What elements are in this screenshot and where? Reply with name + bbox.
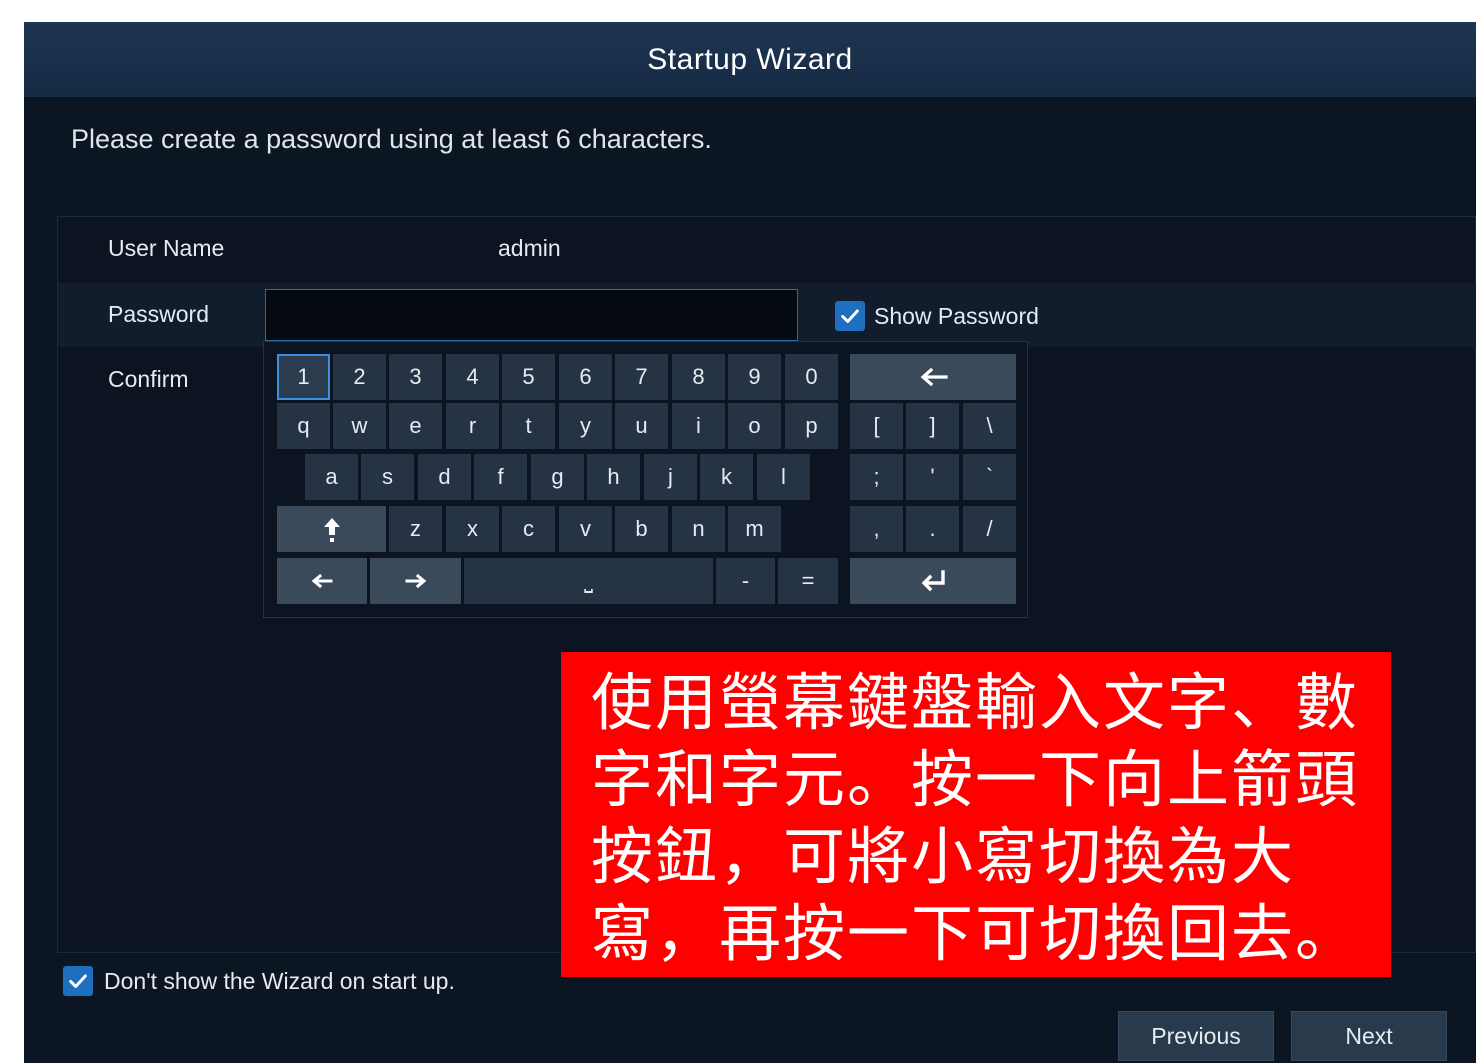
key-w[interactable]: w — [333, 403, 386, 449]
key-right-bracket[interactable]: ] — [906, 403, 959, 449]
show-password-label: Show Password — [874, 302, 1039, 329]
dont-show-wizard-label: Don't show the Wizard on start up. — [104, 967, 455, 994]
key-3[interactable]: 3 — [389, 354, 442, 400]
cursor-right-key[interactable] — [370, 558, 461, 604]
key-j[interactable]: j — [644, 454, 697, 500]
checkmark-icon — [841, 309, 859, 323]
key-0[interactable]: 0 — [785, 354, 838, 400]
dont-show-wizard-checkbox[interactable] — [63, 966, 93, 996]
space-key[interactable]: ⎵ — [464, 558, 713, 604]
key-u[interactable]: u — [615, 403, 668, 449]
enter-key[interactable] — [850, 558, 1016, 604]
key-r[interactable]: r — [446, 403, 499, 449]
password-label: Password — [108, 301, 209, 327]
key-t[interactable]: t — [502, 403, 555, 449]
password-row: Password Show Password — [58, 283, 1476, 347]
key-m[interactable]: m — [728, 506, 781, 552]
cursor-right-icon — [405, 573, 426, 589]
key-s[interactable]: s — [361, 454, 414, 500]
dont-show-wizard-toggle[interactable]: Don't show the Wizard on start up. — [63, 966, 455, 996]
key-o[interactable]: o — [728, 403, 781, 449]
key-slash[interactable]: / — [963, 506, 1016, 552]
key-apostrophe[interactable]: ' — [906, 454, 959, 500]
key-comma[interactable]: , — [850, 506, 903, 552]
show-password-checkbox[interactable] — [835, 301, 865, 331]
backspace-arrow-icon — [920, 367, 948, 387]
backspace-key[interactable] — [850, 354, 1016, 400]
key-y[interactable]: y — [559, 403, 612, 449]
key-d[interactable]: d — [418, 454, 471, 500]
shift-key[interactable] — [277, 506, 386, 552]
key-i[interactable]: i — [672, 403, 725, 449]
key-8[interactable]: 8 — [672, 354, 725, 400]
key-q[interactable]: q — [277, 403, 330, 449]
key-x[interactable]: x — [446, 506, 499, 552]
key-v[interactable]: v — [559, 506, 612, 552]
on-screen-keyboard: 1 2 3 4 5 6 7 8 9 0 q w e r t y u i o p … — [263, 341, 1028, 618]
username-row: User Name admin — [58, 217, 1476, 281]
username-value: admin — [498, 235, 561, 261]
key-l[interactable]: l — [757, 454, 810, 500]
instruction-text: Please create a password using at least … — [71, 124, 712, 154]
key-equals[interactable]: = — [778, 558, 838, 604]
key-period[interactable]: . — [906, 506, 959, 552]
confirm-label: Confirm — [108, 366, 189, 392]
title-bar: Startup Wizard — [24, 22, 1476, 98]
key-left-bracket[interactable]: [ — [850, 403, 903, 449]
shift-up-arrow-icon — [323, 518, 340, 542]
key-h[interactable]: h — [587, 454, 640, 500]
key-6[interactable]: 6 — [559, 354, 612, 400]
previous-button[interactable]: Previous — [1118, 1011, 1274, 1061]
key-c[interactable]: c — [502, 506, 555, 552]
username-label: User Name — [108, 235, 225, 261]
key-backtick[interactable]: ` — [963, 454, 1016, 500]
key-z[interactable]: z — [389, 506, 442, 552]
key-backslash[interactable]: \ — [963, 403, 1016, 449]
show-password-toggle[interactable]: Show Password — [835, 301, 1039, 331]
key-1[interactable]: 1 — [277, 354, 330, 400]
key-k[interactable]: k — [700, 454, 753, 500]
key-n[interactable]: n — [672, 506, 725, 552]
instruction-overlay-note: 使用螢幕鍵盤輸入文字、數字和字元。按一下向上箭頭按鈕，可將小寫切換為大寫，再按一… — [561, 652, 1391, 977]
key-e[interactable]: e — [389, 403, 442, 449]
key-semicolon[interactable]: ; — [850, 454, 903, 500]
key-5[interactable]: 5 — [502, 354, 555, 400]
key-a[interactable]: a — [305, 454, 358, 500]
key-7[interactable]: 7 — [615, 354, 668, 400]
key-2[interactable]: 2 — [333, 354, 386, 400]
key-f[interactable]: f — [474, 454, 527, 500]
cursor-left-icon — [311, 573, 333, 589]
password-input[interactable] — [265, 289, 798, 341]
checkmark-icon — [69, 974, 87, 988]
key-9[interactable]: 9 — [728, 354, 781, 400]
key-b[interactable]: b — [615, 506, 668, 552]
key-minus[interactable]: - — [716, 558, 775, 604]
key-g[interactable]: g — [531, 454, 584, 500]
enter-icon — [921, 570, 945, 592]
next-button[interactable]: Next — [1291, 1011, 1447, 1061]
key-4[interactable]: 4 — [446, 354, 499, 400]
key-p[interactable]: p — [785, 403, 838, 449]
window-title: Startup Wizard — [647, 42, 853, 76]
cursor-left-key[interactable] — [277, 558, 367, 604]
